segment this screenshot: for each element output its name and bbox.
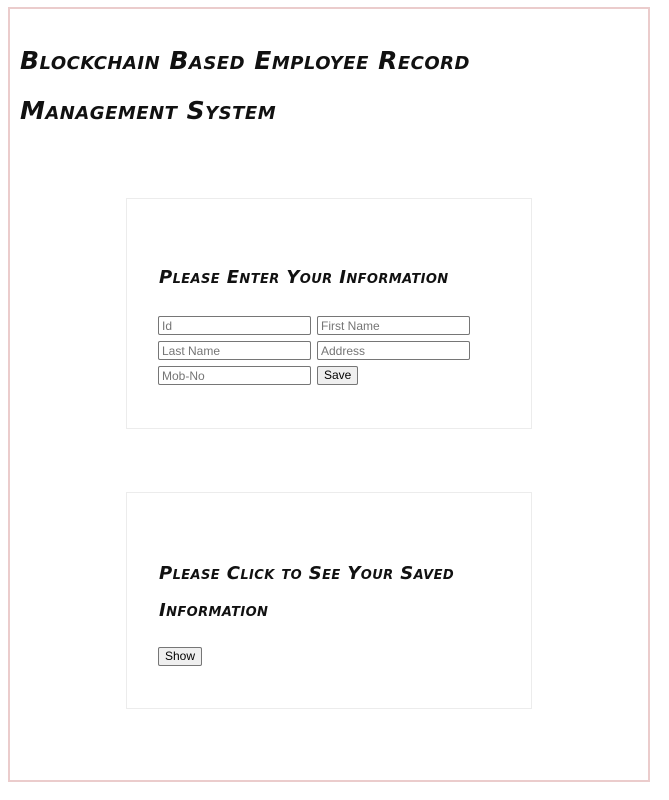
id-input[interactable] [158,316,311,335]
saved-info-heading: Please Click to See Your Saved Informati… [159,563,455,621]
page-title: Blockchain Based Employee Record Managem… [20,46,470,125]
form-heading: Please Enter Your Information [159,267,449,288]
saved-info-card: Please Click to See Your Saved Informati… [126,492,532,709]
first-name-input[interactable] [317,316,470,335]
mobile-input[interactable] [158,366,311,385]
last-name-input[interactable] [158,341,311,360]
employee-form-card: Please Enter Your Information Save [126,198,532,429]
save-button[interactable]: Save [317,366,359,385]
address-input[interactable] [317,341,470,360]
show-button[interactable]: Show [158,647,203,666]
